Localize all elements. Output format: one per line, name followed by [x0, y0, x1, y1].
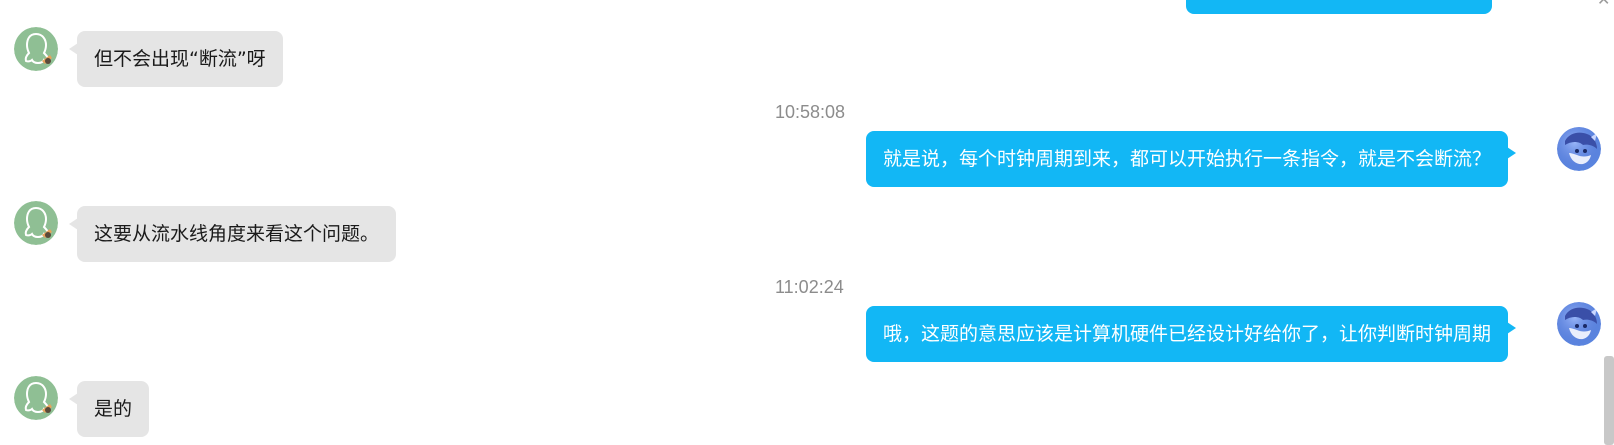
chat-bubble-outgoing-partial[interactable] — [1186, 0, 1492, 14]
default-qq-avatar-icon — [14, 201, 58, 245]
anime-character-avatar-icon — [1557, 302, 1601, 346]
message-timestamp: 11:02:24 — [775, 277, 844, 297]
default-qq-avatar-icon — [14, 27, 58, 71]
chat-message-area[interactable]: ✕ 但不会出现“断流”呀 10:58:08 就是说，每个时钟周期到来，都可以开始… — [0, 0, 1614, 445]
my-avatar[interactable] — [1557, 127, 1601, 171]
close-icon[interactable]: ✕ — [1597, 0, 1610, 8]
contact-avatar[interactable] — [14, 376, 58, 420]
chat-bubble-incoming[interactable]: 是的 — [68, 381, 150, 437]
chat-bubble-incoming[interactable]: 这要从流水线角度来看这个问题。 — [68, 206, 397, 262]
chat-bubble-incoming[interactable]: 但不会出现“断流”呀 — [69, 31, 283, 87]
contact-avatar[interactable] — [14, 27, 58, 71]
scrollbar-thumb[interactable] — [1604, 356, 1614, 445]
chat-bubble-outgoing[interactable]: 就是说，每个时钟周期到来，都可以开始执行一条指令，就是不会断流？ — [866, 131, 1517, 187]
default-qq-avatar-icon — [14, 376, 58, 420]
my-avatar[interactable] — [1557, 302, 1601, 346]
anime-character-avatar-icon — [1557, 127, 1601, 171]
message-timestamp: 10:58:08 — [775, 102, 846, 122]
contact-avatar[interactable] — [14, 201, 58, 245]
chat-bubble-outgoing[interactable]: 哦，这题的意思应该是计算机硬件已经设计好给你了，让你判断时钟周期 — [866, 306, 1517, 362]
